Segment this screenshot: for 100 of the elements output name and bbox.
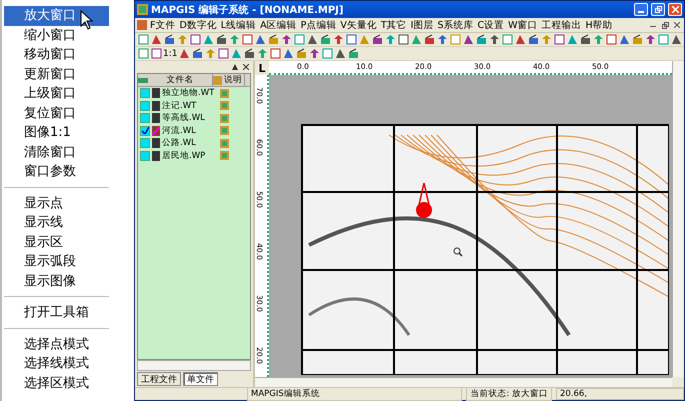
- panel-tab[interactable]: 工程文件: [137, 372, 181, 386]
- tool-icon[interactable]: [670, 34, 682, 45]
- file-icon: [152, 88, 160, 98]
- close-icon: [672, 6, 678, 13]
- menu-item[interactable]: 打开工具箱: [4, 303, 109, 322]
- tool-icon[interactable]: [424, 34, 434, 45]
- tool-icon[interactable]: [618, 34, 630, 45]
- tool-icon[interactable]: [606, 34, 616, 45]
- menu-bar-item[interactable]: H帮助: [584, 18, 614, 32]
- horizontal-scrollbar[interactable]: [255, 377, 672, 387]
- layer-name[interactable]: 独立地物.WT: [162, 87, 218, 100]
- restore-button[interactable]: [651, 3, 665, 16]
- menu-bar-item[interactable]: C设置: [476, 18, 506, 32]
- menu-item[interactable]: 显示区: [4, 232, 109, 252]
- close-button[interactable]: [241, 62, 251, 72]
- horizontal-scrollbar[interactable]: [137, 360, 251, 371]
- menu-bar-item[interactable]: F文件: [149, 18, 176, 32]
- menu-bar-item[interactable]: D数字化: [178, 18, 218, 32]
- column-header[interactable]: 说明: [222, 74, 245, 86]
- tool-icon[interactable]: [398, 34, 408, 45]
- tool-icon[interactable]: [476, 34, 486, 45]
- menu-item[interactable]: 显示弧段: [4, 252, 109, 272]
- minimize-button[interactable]: [634, 3, 648, 16]
- menu-item[interactable]: 缩小窗口: [4, 26, 109, 45]
- tool-icon[interactable]: [268, 34, 278, 45]
- restore-button[interactable]: [660, 20, 670, 30]
- tool-icon[interactable]: [554, 34, 564, 45]
- file-icon: [152, 138, 160, 148]
- tool-icon[interactable]: [488, 34, 500, 45]
- tool-icon[interactable]: [528, 34, 538, 45]
- file-icon: [152, 100, 160, 111]
- menu-item[interactable]: 选择区模式: [4, 374, 109, 393]
- tool-icon[interactable]: [190, 34, 200, 45]
- tool-icon[interactable]: [218, 48, 229, 59]
- menu-bar-item[interactable]: 工程输出: [540, 18, 583, 32]
- layer-name[interactable]: 注记.WT: [162, 100, 218, 112]
- menu-bar-item[interactable]: I图层: [410, 18, 434, 32]
- menu-item[interactable]: 窗口参数: [4, 162, 109, 182]
- layer-name[interactable]: 居民地.WP: [162, 150, 218, 162]
- app-icon: [137, 4, 148, 15]
- menu-item[interactable]: 清除窗口: [4, 142, 109, 162]
- file-icon: [152, 113, 160, 124]
- menu-item[interactable]: 选择线模式: [4, 354, 109, 374]
- layer-checkbox[interactable]: [140, 138, 150, 148]
- tool-icon[interactable]: [164, 34, 174, 45]
- tool-icon[interactable]: [282, 48, 294, 59]
- menu-bar-item[interactable]: P点编辑: [300, 18, 338, 32]
- menu-bar-item[interactable]: T其它: [380, 18, 408, 32]
- menu-bar-item[interactable]: L线编辑: [220, 18, 258, 32]
- tool-icon[interactable]: [436, 34, 448, 45]
- tool-icon[interactable]: [150, 48, 162, 59]
- scale-button[interactable]: 1:1: [163, 48, 178, 60]
- tool-icon[interactable]: [334, 48, 346, 59]
- layer-name[interactable]: 公路.WL: [162, 137, 218, 150]
- layer-checkbox[interactable]: [140, 88, 150, 98]
- menu-item[interactable]: 图像1:1: [4, 123, 109, 142]
- tool-icon[interactable]: [346, 34, 356, 45]
- menu-item[interactable]: 显示图像: [4, 272, 109, 291]
- tool-icon[interactable]: [280, 34, 292, 45]
- layer-checkbox[interactable]: [140, 126, 150, 136]
- layer-name[interactable]: 河流.WL: [162, 124, 218, 137]
- tool-icon[interactable]: [242, 34, 252, 45]
- tool-icon[interactable]: [244, 48, 255, 59]
- vertical-scrollbar[interactable]: [672, 61, 684, 377]
- tool-icon[interactable]: [270, 48, 281, 59]
- tool-icon[interactable]: [632, 34, 642, 45]
- menu-item[interactable]: 上级窗口: [4, 84, 109, 104]
- menu-item[interactable]: 更新窗口: [4, 64, 109, 84]
- menu-item[interactable]: 显示线: [4, 213, 109, 232]
- menu-item[interactable]: 选择点模式: [4, 334, 109, 354]
- panel-tab[interactable]: 单文件: [183, 372, 218, 386]
- tool-icon[interactable]: [254, 34, 266, 45]
- tool-icon[interactable]: [644, 34, 656, 45]
- restore-icon: [654, 6, 662, 13]
- window-title: MAPGIS 编辑子系统 - [NONAME.MPJ]: [151, 4, 344, 16]
- layer-checkbox[interactable]: [140, 100, 150, 111]
- layer-checkbox[interactable]: [140, 113, 150, 124]
- menu-item[interactable]: 显示点: [4, 194, 109, 213]
- pin-button[interactable]: [230, 62, 240, 72]
- tool-icon[interactable]: [580, 34, 590, 45]
- status-coordinates: 20.66,: [556, 388, 684, 400]
- menu-bar-item[interactable]: W窗口: [507, 18, 539, 32]
- tool-icon[interactable]: [296, 48, 307, 59]
- menu-item[interactable]: 复位窗口: [4, 104, 109, 123]
- tool-icon[interactable]: [462, 34, 474, 45]
- tool-icon[interactable]: [192, 48, 203, 59]
- file-icon: [152, 126, 160, 136]
- layer-checkbox[interactable]: [140, 150, 150, 161]
- tool-icon[interactable]: [306, 34, 318, 45]
- tool-icon[interactable]: [372, 34, 382, 45]
- close-button[interactable]: [672, 20, 682, 30]
- menu-item[interactable]: 移动窗口: [4, 45, 109, 64]
- tool-icon[interactable]: [216, 34, 226, 45]
- menu-bar-item[interactable]: A区编辑: [259, 18, 298, 32]
- tool-icon[interactable]: [308, 48, 320, 59]
- tool-icon[interactable]: [320, 34, 330, 45]
- menu-bar-item[interactable]: S系统库: [436, 18, 474, 32]
- layer-name[interactable]: 等高线.WL: [162, 112, 218, 124]
- menu-bar-item[interactable]: V矢量化: [339, 18, 378, 32]
- tool-icon[interactable]: [348, 48, 359, 59]
